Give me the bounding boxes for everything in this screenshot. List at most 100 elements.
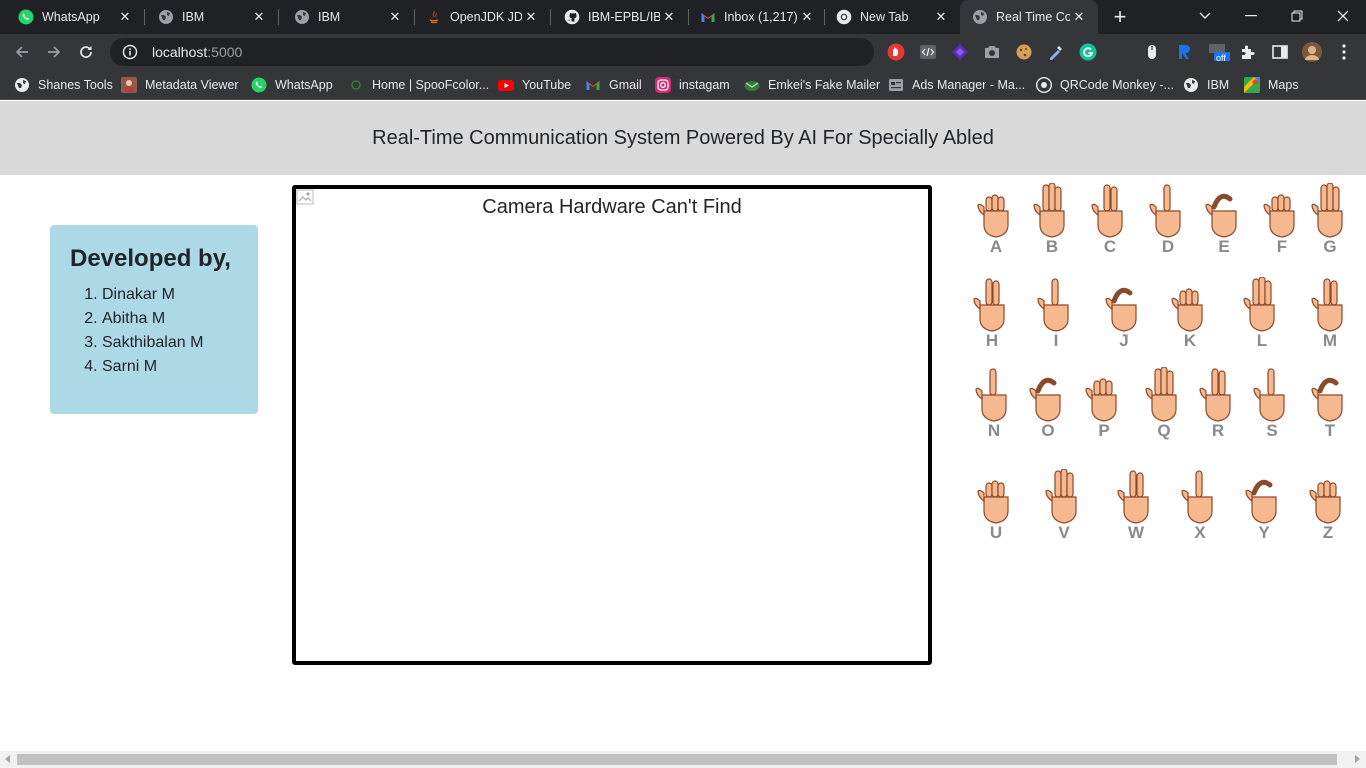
asl-sign-h: H <box>968 277 1016 351</box>
hand-icon <box>1029 377 1061 422</box>
page-title: Real-Time Communication System Powered B… <box>372 126 994 149</box>
close-window-button[interactable] <box>1320 0 1366 32</box>
tab-title: New Tab <box>860 10 909 24</box>
code-extension-icon[interactable] <box>918 42 938 62</box>
camera-extension-icon[interactable] <box>982 42 1002 62</box>
menu-kebab-icon[interactable] <box>1334 42 1354 62</box>
color-picker-icon[interactable] <box>1046 42 1066 62</box>
bookmark-spoofcolor[interactable]: Home | SpooFcolor... <box>348 75 489 95</box>
globe-icon <box>158 9 174 25</box>
close-tab-icon[interactable]: ✕ <box>386 8 404 26</box>
arrow-right-icon <box>48 46 61 58</box>
asl-sign-l: L <box>1238 277 1286 351</box>
close-tab-icon[interactable]: ✕ <box>522 8 540 26</box>
tab-ibm-1[interactable]: IBM ✕ <box>140 0 278 34</box>
close-tab-icon[interactable]: ✕ <box>798 8 816 26</box>
maps-icon <box>1244 77 1260 93</box>
bookmark-ibm[interactable]: IBM <box>1183 75 1229 95</box>
developers-list: Dinakar M Abitha M Sakthibalan M Sarni M <box>102 283 238 379</box>
hand-icon <box>973 278 1005 332</box>
tab-github[interactable]: IBM-EPBL/IBM ✕ <box>546 0 688 34</box>
tab-openjdk[interactable]: OpenJDK JDK ✕ <box>408 0 550 34</box>
bookmark-label: instagam <box>679 78 730 92</box>
bookmark-ads-manager[interactable]: Ads Manager - Ma... <box>888 75 1025 95</box>
tab-search-button[interactable] <box>1182 0 1228 32</box>
spoofcolor-icon <box>348 77 364 93</box>
side-panel-icon[interactable] <box>1270 42 1290 62</box>
asl-letter-label: O <box>1041 421 1055 440</box>
hand-icon <box>1045 469 1077 524</box>
scroll-left-arrow[interactable] <box>5 755 10 763</box>
address-bar[interactable]: localhost:5000 <box>110 38 874 66</box>
forward-button[interactable] <box>41 39 67 65</box>
off-badge-extension-icon[interactable]: off <box>1206 42 1232 63</box>
tab-strip: WhatsApp ✕ IBM ✕ IBM ✕ OpenJDK JDK ✕ IBM… <box>0 0 1366 34</box>
bookmark-label: QRCode Monkey -... <box>1060 78 1174 92</box>
globe-icon <box>14 77 30 93</box>
bookmark-shanes-tools[interactable]: Shanes Tools <box>14 75 113 95</box>
developer-name: Abitha M <box>102 307 238 331</box>
asl-letter-label: G <box>1323 237 1337 256</box>
asl-sign-b: B <box>1028 183 1076 257</box>
asl-letter-label: V <box>1058 523 1070 542</box>
reload-button[interactable] <box>73 39 99 65</box>
scrollbar-thumb[interactable] <box>17 754 1337 765</box>
close-tab-icon[interactable]: ✕ <box>932 8 950 26</box>
page-header: Real-Time Communication System Powered B… <box>0 101 1366 175</box>
bookmark-metadata-viewer[interactable]: Metadata Viewer <box>121 75 239 95</box>
back-button[interactable] <box>9 39 35 65</box>
tab-whatsapp[interactable]: WhatsApp ✕ <box>0 0 144 34</box>
extensions-puzzle-icon[interactable] <box>1238 42 1258 62</box>
tab-gmail[interactable]: Inbox (1,217) ✕ <box>682 0 826 34</box>
reload-icon <box>80 46 92 58</box>
asl-sign-x: X <box>1176 469 1224 543</box>
bookmark-instagam[interactable]: instagam <box>655 75 730 95</box>
horizontal-scrollbar[interactable] <box>0 751 1366 768</box>
r-extension-icon[interactable] <box>1174 42 1194 62</box>
close-tab-icon[interactable]: ✕ <box>250 8 268 26</box>
asl-letter-label: M <box>1322 331 1338 350</box>
cookie-icon[interactable] <box>1014 42 1034 62</box>
asl-sign-i: I <box>1032 277 1080 351</box>
tab-real-time-com[interactable]: Real Time Com ✕ <box>960 0 1098 34</box>
hand-icon <box>1309 480 1341 524</box>
restore-button[interactable] <box>1274 0 1320 32</box>
close-tab-icon[interactable]: ✕ <box>116 8 134 26</box>
tab-title: WhatsApp <box>42 10 100 24</box>
asl-sign-p: P <box>1080 367 1128 441</box>
hand-icon <box>1171 288 1203 332</box>
asl-sign-y: Y <box>1240 469 1288 543</box>
new-tab-button[interactable]: + <box>1108 4 1132 29</box>
bookmark-youtube[interactable]: YouTube <box>498 75 571 95</box>
asl-letter-label: W <box>1127 523 1145 542</box>
close-tab-icon[interactable]: ✕ <box>660 8 678 26</box>
hand-icon <box>1253 368 1285 422</box>
minimize-button[interactable] <box>1228 0 1274 32</box>
mouse-icon[interactable] <box>1142 42 1162 62</box>
bookmark-qrcode-monkey[interactable]: QRCode Monkey -... <box>1036 75 1174 95</box>
grammarly-icon[interactable] <box>1078 42 1098 62</box>
asl-letter-label: T <box>1324 421 1336 440</box>
bookmark-maps[interactable]: Maps <box>1244 75 1299 95</box>
asl-letter-label: K <box>1183 331 1197 350</box>
asl-sign-k: K <box>1166 277 1214 351</box>
bookmark-whatsapp[interactable]: WhatsApp <box>251 75 333 95</box>
bookmark-emkei[interactable]: Emkei's Fake Mailer <box>744 75 880 95</box>
globe-icon <box>1183 77 1199 93</box>
ublock-icon[interactable] <box>886 42 906 62</box>
asl-sign-s: S <box>1248 367 1296 441</box>
profile-avatar[interactable] <box>1302 42 1322 62</box>
asl-letter-label: N <box>987 421 1001 440</box>
hand-icon <box>1263 194 1295 238</box>
close-tab-icon[interactable]: ✕ <box>1070 8 1088 26</box>
tab-ibm-2[interactable]: IBM ✕ <box>276 0 414 34</box>
scroll-right-arrow[interactable] <box>1355 755 1360 763</box>
bookmark-gmail[interactable]: Gmail <box>585 75 642 95</box>
restore-icon <box>1291 10 1303 22</box>
instagram-icon <box>655 77 671 93</box>
purple-gem-icon[interactable] <box>950 42 970 62</box>
metadata-viewer-icon <box>121 77 137 93</box>
gmail-icon <box>585 77 601 93</box>
asl-letter-label: D <box>1161 237 1175 256</box>
tab-new-tab[interactable]: New Tab ✕ <box>818 0 960 34</box>
